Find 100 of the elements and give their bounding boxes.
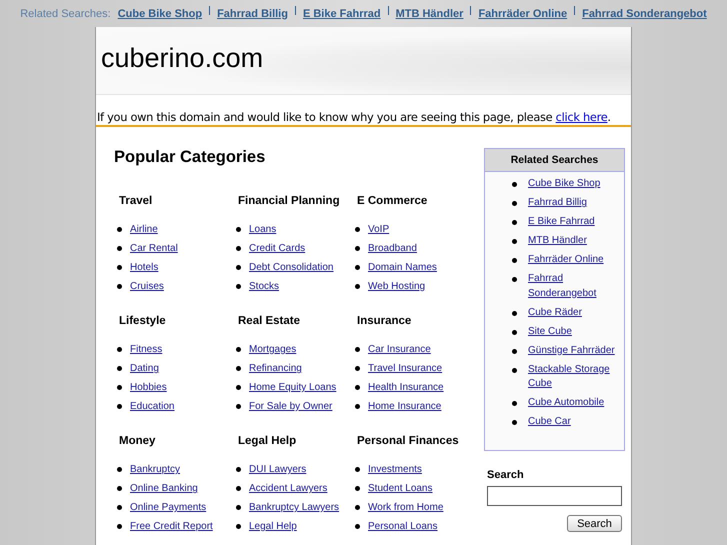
category-link[interactable]: Health Insurance: [368, 382, 444, 393]
category-link[interactable]: Broadband: [368, 243, 417, 254]
category-heading: Financial Planning: [238, 195, 341, 209]
category-link[interactable]: Stocks: [249, 281, 280, 292]
bullet-icon: [117, 524, 122, 529]
related-search-link[interactable]: Cube Bike Shop: [118, 8, 202, 20]
bullet-icon: [512, 310, 517, 316]
category-link[interactable]: Hotels: [130, 262, 158, 273]
category-link[interactable]: Home Insurance: [368, 401, 442, 412]
related-search-link[interactable]: Fahrräder Online: [478, 8, 568, 20]
category-link[interactable]: DUI Lawyers: [249, 464, 306, 475]
category-heading: Personal Finances: [357, 435, 460, 449]
category-link[interactable]: Refinancing: [249, 363, 302, 374]
bullet-icon: [512, 420, 517, 425]
category-link[interactable]: Airline: [130, 224, 158, 235]
bullet-icon: [355, 385, 360, 390]
search-button[interactable]: Search: [567, 515, 622, 532]
bullet-icon: [512, 277, 517, 282]
related-search-link[interactable]: Günstige Fahrräder: [528, 344, 615, 358]
popular-categories-heading: Popular Categories: [114, 148, 266, 168]
category-link[interactable]: Free Credit Report: [130, 521, 213, 532]
related-search-link[interactable]: Fahrräder Online: [528, 253, 604, 268]
search-field[interactable]: [487, 486, 622, 506]
category-link[interactable]: Mortgages: [249, 344, 296, 355]
bullet-icon: [117, 505, 122, 510]
bullet-icon: [355, 404, 360, 409]
bullet-icon: [236, 486, 241, 491]
bullet-icon: [117, 246, 122, 251]
bullet-icon: [117, 265, 122, 270]
category-link[interactable]: Fitness: [130, 344, 162, 355]
bullet-icon: [117, 486, 122, 491]
bullet-icon: [355, 524, 360, 529]
category-link[interactable]: For Sale by Owner: [249, 401, 332, 412]
category-link[interactable]: Domain Names: [368, 262, 437, 273]
related-searches-label: Related Searches:: [20, 8, 111, 20]
related-search-link[interactable]: Cube Automobile: [528, 396, 604, 410]
category-link[interactable]: Bankruptcy Lawyers: [249, 502, 340, 513]
related-search-link[interactable]: Fahrrad Billig: [217, 8, 288, 20]
category-link[interactable]: Online Payments: [130, 502, 206, 513]
related-search-link[interactable]: Cube Räder: [528, 306, 582, 320]
category-link[interactable]: Debt Consolidation: [249, 262, 334, 273]
category-link[interactable]: Travel Insurance: [368, 363, 442, 374]
bullet-icon: [236, 265, 241, 270]
category-link[interactable]: Cruises: [130, 281, 164, 292]
related-search-link[interactable]: MTB Händler: [396, 8, 464, 20]
bullet-icon: [117, 385, 122, 390]
bullet-icon: [236, 284, 241, 289]
category-link[interactable]: VoIP: [368, 224, 390, 235]
related-search-link[interactable]: Stackable Storage Cube: [528, 362, 624, 392]
bullet-icon: [236, 385, 241, 390]
category-link[interactable]: Education: [130, 401, 174, 412]
category-link[interactable]: Legal Help: [249, 521, 297, 532]
category-link[interactable]: Credit Cards: [249, 243, 306, 254]
bullet-icon: [355, 486, 360, 491]
related-search-link[interactable]: E Bike Fahrrad: [302, 8, 381, 20]
bullet-icon: [236, 347, 241, 352]
bullet-icon: [355, 284, 360, 289]
category-link[interactable]: Web Hosting: [368, 281, 426, 292]
category-link[interactable]: Accident Lawyers: [249, 483, 328, 494]
category-link[interactable]: Student Loans: [368, 483, 432, 494]
related-search-link[interactable]: E Bike Fahrrad: [528, 215, 595, 230]
search-label: Search: [487, 469, 525, 481]
bullet-icon: [512, 330, 517, 334]
category-link[interactable]: Hobbies: [130, 382, 167, 393]
bullet-icon: [117, 347, 122, 352]
category-link[interactable]: Dating: [130, 363, 159, 374]
category-link[interactable]: Car Insurance: [368, 344, 431, 355]
category-heading: E Commerce: [357, 195, 428, 209]
bullet-icon: [117, 404, 122, 409]
click-here-link[interactable]: click here: [556, 110, 608, 124]
bullet-icon: [355, 347, 360, 352]
bullet-icon: [236, 505, 241, 510]
bullet-icon: [512, 239, 517, 244]
bullet-icon: [355, 246, 360, 251]
related-search-link[interactable]: Fahrrad Billig: [528, 196, 587, 210]
category-link[interactable]: Work from Home: [368, 502, 444, 513]
bullet-icon: [236, 227, 241, 232]
category-link[interactable]: Personal Loans: [368, 521, 438, 532]
category-link[interactable]: Online Banking: [130, 483, 198, 494]
related-search-link[interactable]: MTB Händler: [528, 234, 587, 248]
category-link[interactable]: Home Equity Loans: [249, 382, 336, 393]
bullet-icon: [117, 467, 122, 472]
related-search-link[interactable]: Cube Bike Shop: [528, 177, 600, 192]
category-heading: Real Estate: [238, 315, 302, 329]
bullet-icon: [355, 227, 360, 232]
related-search-link[interactable]: Cube Car: [528, 415, 571, 430]
related-search-link[interactable]: Site Cube: [528, 324, 572, 339]
related-search-link[interactable]: Fahrrad Sonderangebot: [528, 272, 624, 301]
category-heading: Travel: [119, 195, 154, 209]
bullet-icon: [236, 524, 241, 529]
category-link[interactable]: Bankruptcy: [130, 464, 180, 475]
category-link[interactable]: Investments: [368, 464, 422, 475]
category-link[interactable]: Loans: [249, 224, 276, 235]
site-title: cuberino.com: [101, 43, 264, 74]
bullet-icon: [355, 265, 360, 270]
category-link[interactable]: Car Rental: [130, 243, 178, 254]
bullet-icon: [512, 182, 517, 187]
bullet-icon: [117, 366, 122, 371]
related-search-link[interactable]: Fahrrad Sonderangebot: [582, 8, 707, 20]
bullet-icon: [355, 505, 360, 510]
